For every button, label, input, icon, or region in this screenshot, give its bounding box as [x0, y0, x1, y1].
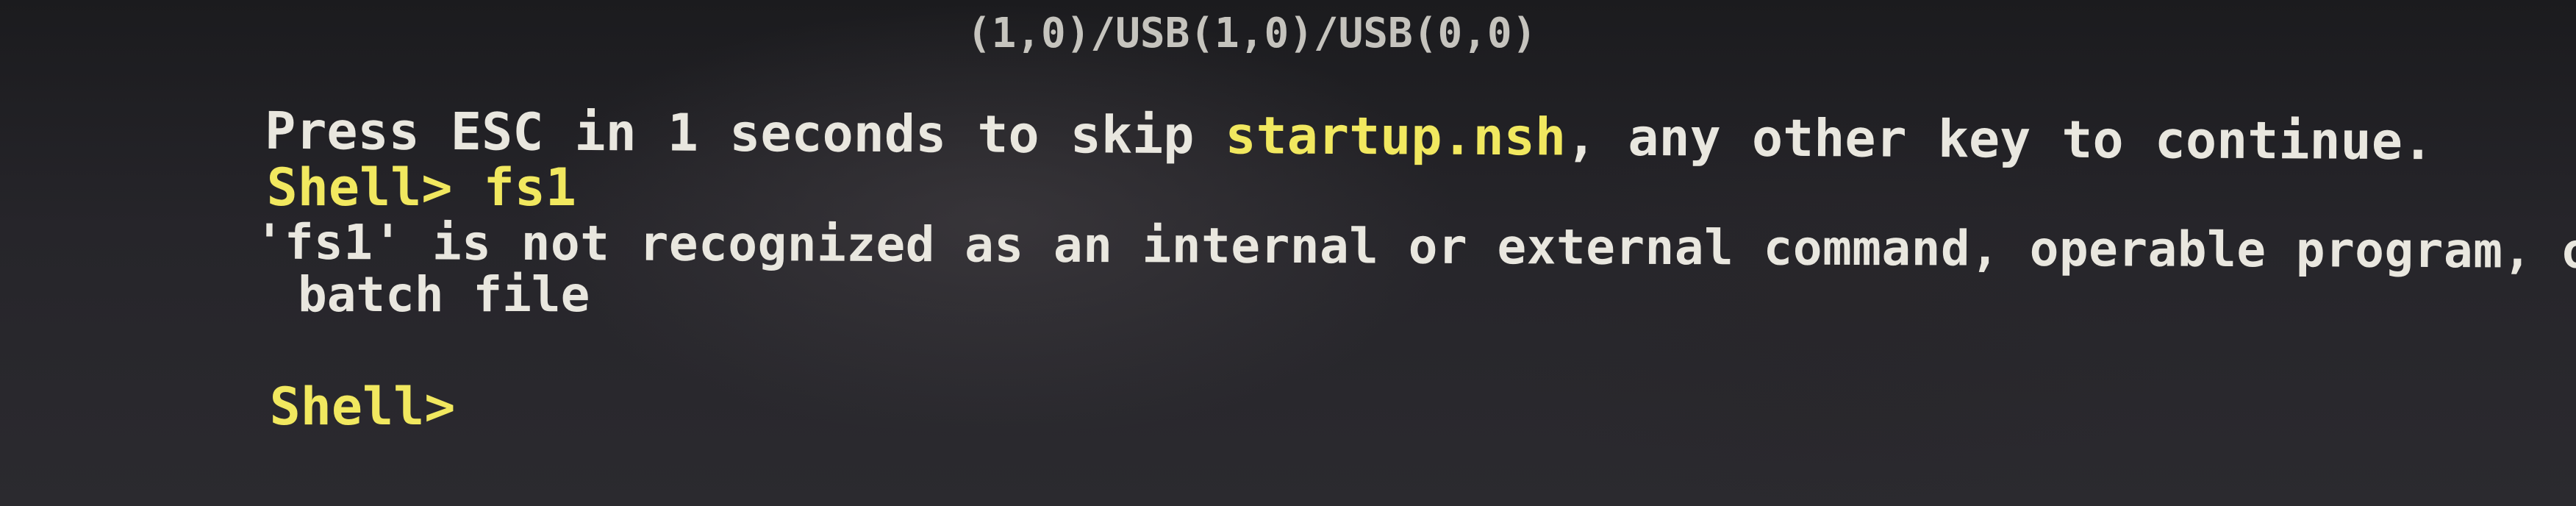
error-message-tail: batch file: [297, 266, 590, 323]
continue-hint-text: , any other key to continue.: [1565, 107, 2434, 172]
command-line-2[interactable]: Shell>: [146, 329, 456, 484]
uefi-shell-screen: (1,0)/USB(1,0)/USB(0,0) Press ESC in 1 s…: [0, 0, 2576, 506]
boot-path-text: (1,0)/USB(1,0)/USB(0,0): [966, 10, 1537, 57]
error-message: 'fs1' is not recognized as an internal o…: [254, 213, 2576, 279]
startup-script-name: startup.nsh: [1225, 105, 1567, 168]
shell-prompt-active[interactable]: Shell>: [270, 377, 456, 437]
